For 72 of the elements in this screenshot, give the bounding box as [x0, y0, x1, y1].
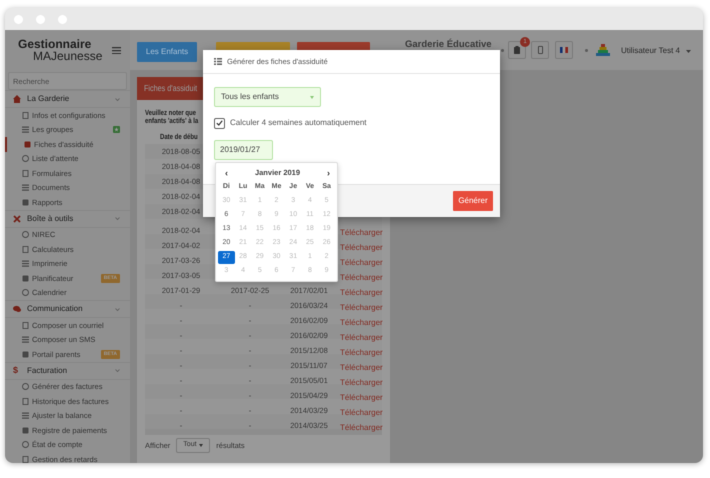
document-icon	[22, 246, 29, 253]
user-menu[interactable]: Utilisateur Test 4	[621, 45, 691, 57]
section-label: La Garderie	[27, 93, 70, 105]
caret-icon	[199, 444, 204, 447]
list-icon	[22, 412, 29, 420]
flag-icon	[560, 47, 568, 53]
document-icon	[22, 322, 29, 329]
circle-icon	[22, 231, 29, 238]
star-badge-icon	[113, 126, 120, 134]
download-link[interactable]: Télécharger	[340, 378, 383, 387]
circle-icon	[22, 383, 29, 390]
dollar-icon: $	[13, 364, 21, 378]
download-link[interactable]: Télécharger	[340, 363, 383, 372]
section-header[interactable]: Communication	[5, 300, 130, 318]
list-icon	[22, 260, 29, 268]
brand-name: MAJeunesse	[32, 50, 102, 62]
next-month-button[interactable]: ›	[320, 168, 337, 178]
language-button[interactable]	[555, 41, 573, 59]
list-icon	[22, 184, 29, 192]
download-link[interactable]: Télécharger	[340, 303, 383, 312]
document-icon	[22, 398, 29, 405]
mobile-button[interactable]	[531, 41, 549, 59]
download-link[interactable]: Télécharger	[340, 288, 383, 297]
square-icon	[22, 274, 29, 282]
pyramid-logo-icon	[596, 44, 610, 56]
download-link[interactable]: Télécharger	[340, 318, 383, 327]
child-select[interactable]: Tous les enfants	[214, 87, 321, 107]
square-icon	[22, 426, 29, 434]
section-label: Facturation	[27, 364, 68, 376]
checkbox-label: Calculer 4 semaines automatiquement	[230, 117, 367, 129]
section-header[interactable]: $ Facturation	[5, 362, 130, 380]
circle-icon	[22, 155, 29, 162]
download-link[interactable]: Télécharger	[340, 393, 383, 402]
check-icon	[216, 120, 223, 126]
checkbox[interactable]	[214, 118, 225, 128]
download-link[interactable]: Télécharger	[340, 348, 383, 357]
brand-name: Gestionnaire	[18, 38, 92, 50]
document-icon	[22, 456, 29, 463]
section-header[interactable]: Boîte à outils	[5, 210, 130, 228]
download-link[interactable]: Télécharger	[340, 243, 383, 252]
square-icon	[22, 350, 29, 358]
panel-title: Fiches d'assiduit	[144, 82, 198, 95]
download-link[interactable]: Télécharger	[340, 228, 383, 237]
generate-button[interactable]: Générer	[453, 191, 493, 211]
circle-icon	[22, 441, 29, 448]
download-link[interactable]: Télécharger	[340, 258, 383, 267]
square-icon	[22, 198, 29, 206]
square-icon	[24, 140, 31, 148]
menu-icon	[112, 46, 121, 54]
tools-icon	[13, 214, 21, 222]
download-link[interactable]: Télécharger	[340, 408, 383, 417]
download-link[interactable]: Télécharger	[340, 423, 383, 432]
document-icon	[22, 170, 29, 177]
list-icon	[214, 58, 222, 65]
list-icon	[22, 126, 29, 134]
section-header[interactable]: La Garderie	[5, 90, 130, 108]
circle-icon	[22, 289, 29, 296]
chat-icon	[13, 305, 21, 313]
phone-icon	[538, 46, 542, 54]
download-link[interactable]: Télécharger	[340, 333, 383, 342]
list-icon	[22, 336, 29, 344]
clipboard-icon	[514, 46, 520, 54]
download-link[interactable]: Télécharger	[340, 273, 383, 282]
date-field[interactable]: 2019/01/27	[214, 140, 273, 160]
section-label: Boîte à outils	[27, 212, 74, 224]
section-label: Communication	[27, 303, 84, 315]
previous-month-button[interactable]: ‹	[218, 168, 235, 178]
document-icon	[22, 112, 29, 119]
nav-button[interactable]: Les Enfants	[137, 42, 197, 62]
caret-icon	[686, 50, 691, 52]
house-icon	[13, 95, 21, 103]
daycare-menu[interactable]: Garderie Éducative	[405, 38, 492, 52]
